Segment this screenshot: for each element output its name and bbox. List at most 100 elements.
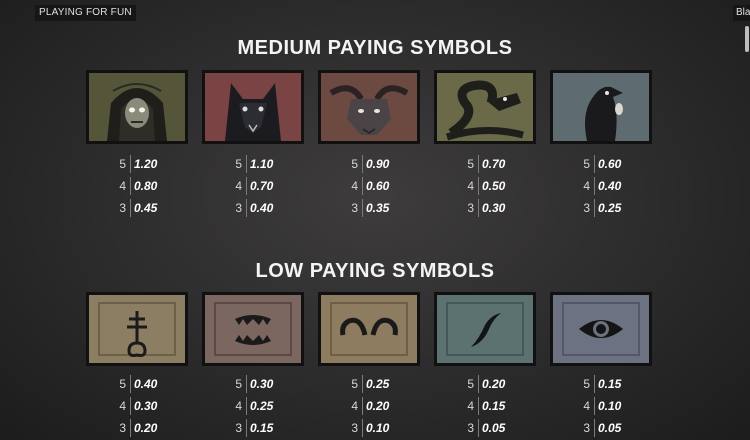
symbol-card-serpent (434, 70, 536, 144)
payout-value: 0.15 (482, 399, 506, 413)
payout-value: 0.25 (598, 201, 622, 215)
symbol-card-leviathan-cross (86, 292, 188, 366)
paytable-row: 4 0.25 (202, 397, 304, 415)
symbol-count: 5 (235, 377, 242, 391)
symbol-count: 4 (583, 399, 590, 413)
divider (594, 199, 595, 217)
fangs-icon (205, 295, 301, 363)
symbol-card-horns (318, 292, 420, 366)
payout-value: 0.30 (134, 399, 158, 413)
claw-mark-icon (437, 295, 533, 363)
payout-value: 0.70 (250, 179, 274, 193)
low-section-title: LOW PAYING SYMBOLS (255, 260, 495, 282)
divider (130, 177, 131, 195)
symbol-count: 5 (119, 377, 126, 391)
payout-value: 0.40 (134, 377, 158, 391)
divider (478, 419, 479, 437)
mode-label: PLAYING FOR FUN (35, 5, 136, 21)
symbol-count: 4 (235, 179, 242, 193)
symbol-count: 5 (467, 377, 474, 391)
divider (594, 419, 595, 437)
symbol-count: 4 (467, 399, 474, 413)
leviathan-cross-icon (89, 295, 185, 363)
payout-value: 0.90 (366, 157, 390, 171)
symbol-card-goat (318, 70, 420, 144)
paytable-row: 4 0.80 (86, 177, 188, 195)
symbol-count: 5 (235, 157, 242, 171)
paytable-row: 4 0.20 (318, 397, 420, 415)
divider (246, 375, 247, 393)
raven-icon (553, 73, 649, 141)
symbol-count: 3 (119, 421, 126, 435)
paytable-row: 5 0.40 (86, 375, 188, 393)
paytable-row: 3 0.25 (550, 199, 652, 217)
symbol-count: 5 (583, 157, 590, 171)
paytable-row: 4 0.15 (434, 397, 536, 415)
divider (478, 155, 479, 173)
payout-value: 0.30 (250, 377, 274, 391)
symbol-count: 4 (351, 179, 358, 193)
paytable-row: 4 0.30 (86, 397, 188, 415)
divider (594, 375, 595, 393)
divider (246, 177, 247, 195)
paytable-row: 3 0.15 (202, 419, 304, 437)
payout-value: 0.05 (598, 421, 622, 435)
paytable-row: 4 0.60 (318, 177, 420, 195)
divider (246, 419, 247, 437)
symbol-count: 4 (119, 399, 126, 413)
paytable-row: 3 0.10 (318, 419, 420, 437)
symbol-count: 5 (351, 157, 358, 171)
payout-value: 0.35 (366, 201, 390, 215)
payout-value: 0.60 (366, 179, 390, 193)
paytable-row: 4 0.50 (434, 177, 536, 195)
truncated-label: Bla (733, 5, 750, 21)
divider (362, 199, 363, 217)
payout-value: 0.10 (598, 399, 622, 413)
paytable-row: 5 0.70 (434, 155, 536, 173)
divider (362, 155, 363, 173)
payout-value: 0.80 (134, 179, 158, 193)
divider (362, 419, 363, 437)
divider (130, 155, 131, 173)
payout-value: 0.30 (482, 201, 506, 215)
symbol-count: 3 (351, 421, 358, 435)
divider (478, 397, 479, 415)
paytable-row: 5 0.20 (434, 375, 536, 393)
paytable-row: 5 0.30 (202, 375, 304, 393)
symbol-card-raven (550, 70, 652, 144)
symbol-count: 3 (351, 201, 358, 215)
payout-value: 0.15 (250, 421, 274, 435)
symbol-count: 3 (235, 421, 242, 435)
paytable-row: 4 0.40 (550, 177, 652, 195)
payout-value: 1.10 (250, 157, 274, 171)
symbol-count: 5 (583, 377, 590, 391)
payout-value: 0.15 (598, 377, 622, 391)
payout-value: 0.20 (366, 399, 390, 413)
symbol-count: 4 (235, 399, 242, 413)
payout-value: 0.20 (482, 377, 506, 391)
paytable-row: 5 0.60 (550, 155, 652, 173)
paytable-row: 5 0.90 (318, 155, 420, 173)
symbol-card-eye (550, 292, 652, 366)
payout-value: 0.10 (366, 421, 390, 435)
symbol-card-hooded-skull (86, 70, 188, 144)
paytable-row: 3 0.40 (202, 199, 304, 217)
symbol-count: 5 (467, 157, 474, 171)
divider (594, 397, 595, 415)
hooded-skull-icon (89, 73, 185, 141)
symbol-count: 4 (467, 179, 474, 193)
medium-section-title: MEDIUM PAYING SYMBOLS (237, 37, 513, 59)
paytable-row: 3 0.35 (318, 199, 420, 217)
payout-value: 0.45 (134, 201, 158, 215)
symbol-count: 5 (119, 157, 126, 171)
divider (246, 155, 247, 173)
symbol-count: 3 (583, 201, 590, 215)
paytable-row: 5 0.15 (550, 375, 652, 393)
paytable-row: 3 0.20 (86, 419, 188, 437)
divider (246, 397, 247, 415)
payout-value: 0.70 (482, 157, 506, 171)
divider (130, 419, 131, 437)
payout-value: 0.20 (134, 421, 158, 435)
divider (478, 199, 479, 217)
symbol-count: 3 (467, 421, 474, 435)
